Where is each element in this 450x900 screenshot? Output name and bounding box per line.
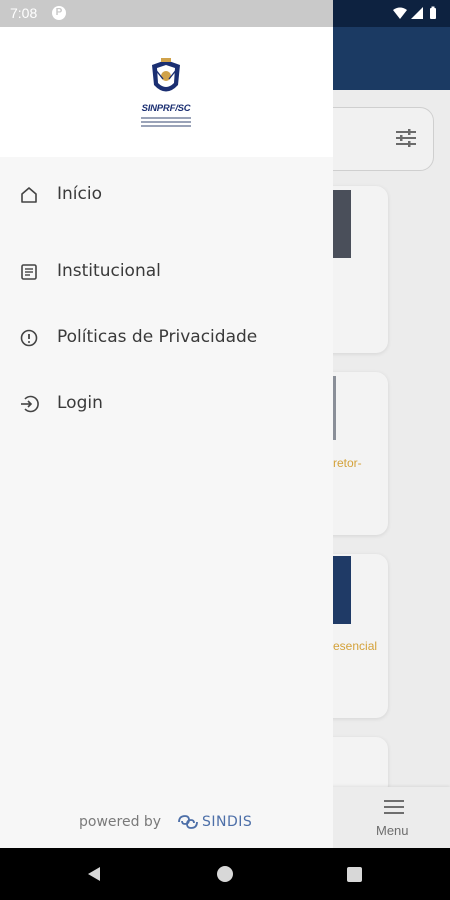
logo-subline <box>141 117 191 119</box>
menu-icon[interactable] <box>384 799 404 815</box>
drawer-item-label: Início <box>57 184 102 204</box>
navigation-drawer: SINPRF/SC Início Institucional Políticas… <box>0 27 333 848</box>
drawer-item-politicas[interactable]: Políticas de Privacidade <box>0 313 333 363</box>
drawer-item-label: Login <box>57 393 103 413</box>
back-icon[interactable] <box>86 866 102 882</box>
status-bar-left: 7:08 P <box>0 0 333 27</box>
sinprf-logo: SINPRF/SC <box>133 57 199 129</box>
drawer-item-login[interactable]: Login <box>0 379 333 429</box>
logo-text: SINPRF/SC <box>141 103 191 114</box>
drawer-item-inicio[interactable]: Início <box>0 170 333 220</box>
powered-by-footer: powered by SINDIS <box>0 810 333 834</box>
document-icon <box>21 264 37 280</box>
logo-subline <box>141 125 191 127</box>
app-header <box>333 27 450 90</box>
status-time: 7:08 <box>10 5 38 21</box>
drawer-item-institucional[interactable]: Institucional <box>0 247 333 297</box>
battery-icon <box>430 8 436 19</box>
menu-label[interactable]: Menu <box>376 823 409 838</box>
notification-icon: P <box>52 6 66 20</box>
login-arrow-icon <box>21 395 39 413</box>
home-icon <box>21 187 37 203</box>
news-card-image <box>333 556 351 624</box>
news-card-image <box>333 376 336 440</box>
drawer-item-label: Institucional <box>57 261 161 281</box>
news-card-image <box>333 190 351 258</box>
filter-icon[interactable] <box>395 129 417 147</box>
news-card-title: esencial <box>333 639 378 653</box>
signal-icon <box>411 7 423 19</box>
info-circle-icon <box>20 329 38 347</box>
sindis-logo-icon <box>178 815 198 829</box>
drawer-header: SINPRF/SC <box>0 27 333 157</box>
sindis-brand: SINDIS <box>202 814 253 830</box>
home-button-icon[interactable] <box>217 866 233 882</box>
logo-subline <box>141 121 191 123</box>
status-bar-right <box>333 0 450 27</box>
news-card-title: retor- <box>333 456 362 470</box>
status-bar: 7:08 P <box>0 0 450 27</box>
wifi-icon <box>393 7 407 19</box>
status-icons <box>393 6 436 19</box>
system-nav-bar <box>0 848 450 900</box>
logo-emblem-icon <box>152 58 180 92</box>
powered-by-text: powered by <box>79 814 162 830</box>
recents-icon[interactable] <box>347 867 362 882</box>
drawer-item-label: Políticas de Privacidade <box>57 327 258 347</box>
